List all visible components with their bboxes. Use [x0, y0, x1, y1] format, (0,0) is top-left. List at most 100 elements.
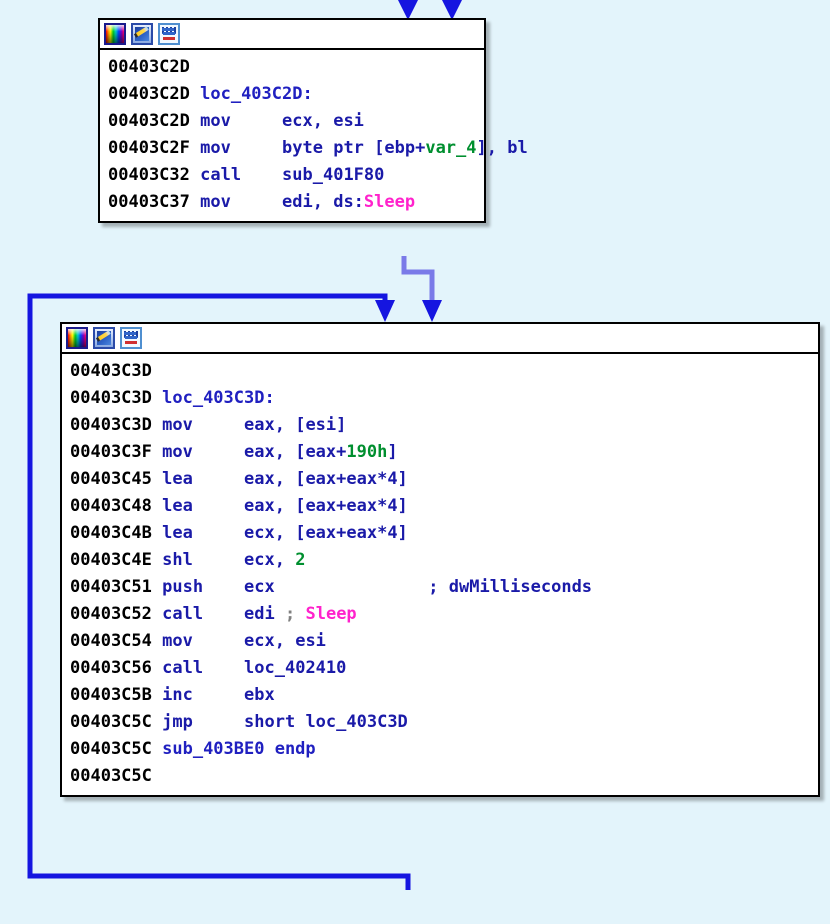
asm-token-op: eax, [eax+eax*4]: [244, 469, 408, 489]
asm-token-pad: [193, 550, 244, 570]
asm-token-op: ecx, esi: [244, 631, 326, 651]
asm-token-instr: call: [200, 165, 242, 185]
asm-line[interactable]: 00403C51 push ecx ; dwMilliseconds: [62, 574, 818, 601]
asm-token-instr: lea: [162, 496, 193, 516]
asm-address: 00403C2D: [108, 111, 201, 131]
asm-token-instr: lea: [162, 523, 193, 543]
asm-token-pad: [203, 577, 244, 597]
asm-address: 00403C48: [70, 496, 163, 516]
asm-line[interactable]: 00403C54 mov ecx, esi: [62, 628, 818, 655]
asm-token-pad: [193, 712, 244, 732]
asm-token-op: ]: [387, 442, 398, 462]
asm-token-pad: [193, 469, 244, 489]
asm-line[interactable]: 00403C5C: [62, 763, 818, 790]
asm-line[interactable]: 00403C45 lea eax, [eax+eax*4]: [62, 466, 818, 493]
asm-token-op: ecx, [eax+eax*4]: [244, 523, 408, 543]
asm-line[interactable]: 00403C2F mov byte ptr [ebp+var_4], bl: [100, 135, 528, 162]
basic-block-403c3d[interactable]: 00403C3D 00403C3D loc_403C3D: 00403C3D mo…: [60, 322, 820, 797]
asm-token-op: [295, 604, 305, 624]
asm-line[interactable]: 00403C2D loc_403C2D:: [100, 81, 484, 108]
asm-token-op: byte ptr [ebp+: [282, 138, 426, 158]
asm-line[interactable]: 00403C2D: [100, 54, 484, 81]
asm-line[interactable]: 00403C52 call edi ; Sleep: [62, 601, 818, 628]
fallthrough-edge: [401, 256, 442, 322]
asm-token-op: short loc_403C3D: [244, 712, 408, 732]
graph-chart-icon[interactable]: [120, 327, 142, 349]
asm-token-instr: call: [162, 604, 204, 624]
asm-token-label: loc_403C3D:: [162, 388, 275, 408]
asm-token-instr: mov: [162, 415, 193, 435]
asm-token-instr: mov: [200, 111, 231, 131]
asm-token-instr: push: [162, 577, 204, 597]
basic-block-403c2d[interactable]: 00403C2D 00403C2D loc_403C2D: 00403C2D mo…: [98, 18, 528, 223]
asm-token-instr: call: [162, 658, 204, 678]
asm-line[interactable]: 00403C4B lea ecx, [eax+eax*4]: [62, 520, 818, 547]
asm-address: 00403C56: [70, 658, 163, 678]
color-palette-icon[interactable]: [104, 23, 126, 45]
asm-address: 00403C5C: [70, 739, 163, 759]
asm-line[interactable]: 00403C5C sub_403BE0 endp: [62, 736, 818, 763]
asm-address: 00403C3D: [70, 415, 163, 435]
asm-token-op: ebx: [244, 685, 275, 705]
asm-address: 00403C51: [70, 577, 163, 597]
asm-line[interactable]: 00403C3F mov eax, [eax+190h]: [62, 439, 818, 466]
asm-line[interactable]: 00403C3D loc_403C3D:: [62, 385, 818, 412]
asm-token-pad: [231, 192, 282, 212]
asm-line[interactable]: 00403C3D mov eax, [esi]: [62, 412, 818, 439]
edit-pencil-icon[interactable]: [93, 327, 115, 349]
asm-token-label: loc_403C2D:: [200, 84, 313, 104]
asm-token-var: var_4: [425, 138, 477, 158]
asm-line[interactable]: 00403C56 call loc_402410: [62, 655, 818, 682]
asm-address: 00403C32: [108, 165, 201, 185]
asm-address: 00403C37: [108, 192, 201, 212]
asm-line[interactable]: 00403C2D mov ecx, esi: [100, 108, 484, 135]
asm-token-num: 190h: [346, 442, 388, 462]
asm-token-op: eax, [esi]: [244, 415, 347, 435]
asm-token-op: eax, [eax+eax*4]: [244, 496, 408, 516]
asm-address: 00403C4E: [70, 550, 163, 570]
asm-token-op: edi, ds:: [282, 192, 364, 212]
asm-token-pad: [231, 111, 282, 131]
block-toolbar[interactable]: [100, 20, 484, 50]
incoming-edge-right: [442, 0, 462, 20]
asm-token-instr: mov: [200, 192, 231, 212]
asm-token-instr: inc: [162, 685, 193, 705]
asm-address: 00403C3D: [70, 361, 163, 381]
edit-pencil-icon[interactable]: [131, 23, 153, 45]
disassembly-listing[interactable]: 00403C2D 00403C2D loc_403C2D: 00403C2D mo…: [100, 50, 528, 221]
asm-address: 00403C3D: [70, 388, 163, 408]
disassembly-listing[interactable]: 00403C3D 00403C3D loc_403C3D: 00403C3D mo…: [62, 354, 818, 795]
asm-line[interactable]: 00403C37 mov edi, ds:Sleep: [100, 189, 484, 216]
asm-token-pad: [203, 658, 244, 678]
asm-token-op: ecx: [244, 577, 275, 597]
asm-address: 00403C2D: [108, 57, 201, 77]
color-palette-icon[interactable]: [66, 327, 88, 349]
graph-canvas[interactable]: 00403C2D 00403C2D loc_403C2D: 00403C2D mo…: [0, 0, 830, 924]
asm-token-num: 2: [295, 550, 306, 570]
asm-token-pad: [193, 415, 244, 435]
asm-token-instr: mov: [162, 631, 193, 651]
asm-token-pad: [203, 604, 244, 624]
asm-line[interactable]: 00403C48 lea eax, [eax+eax*4]: [62, 493, 818, 520]
asm-address: 00403C5C: [70, 766, 163, 786]
asm-token-pad: [193, 496, 244, 516]
asm-address: 00403C5B: [70, 685, 163, 705]
graph-chart-icon[interactable]: [158, 23, 180, 45]
asm-line[interactable]: 00403C32 call sub_401F80: [100, 162, 484, 189]
block-toolbar[interactable]: [62, 324, 818, 354]
asm-token-op: loc_402410: [244, 658, 347, 678]
asm-line[interactable]: 00403C3D: [62, 358, 818, 385]
asm-line[interactable]: 00403C5B inc ebx: [62, 682, 818, 709]
asm-line[interactable]: 00403C4E shl ecx, 2: [62, 547, 818, 574]
asm-token-op: sub_401F80: [282, 165, 385, 185]
asm-address: 00403C2F: [108, 138, 201, 158]
asm-token-label: sub_403BE0 endp: [162, 739, 316, 759]
asm-token-api: Sleep: [363, 192, 416, 212]
asm-token-pad: [193, 631, 244, 651]
asm-address: 00403C45: [70, 469, 163, 489]
asm-token-pad: [231, 138, 282, 158]
asm-address: 00403C3F: [70, 442, 163, 462]
asm-token-api: Sleep: [305, 604, 357, 624]
asm-line[interactable]: 00403C5C jmp short loc_403C3D: [62, 709, 818, 736]
asm-token-pad: [241, 165, 282, 185]
